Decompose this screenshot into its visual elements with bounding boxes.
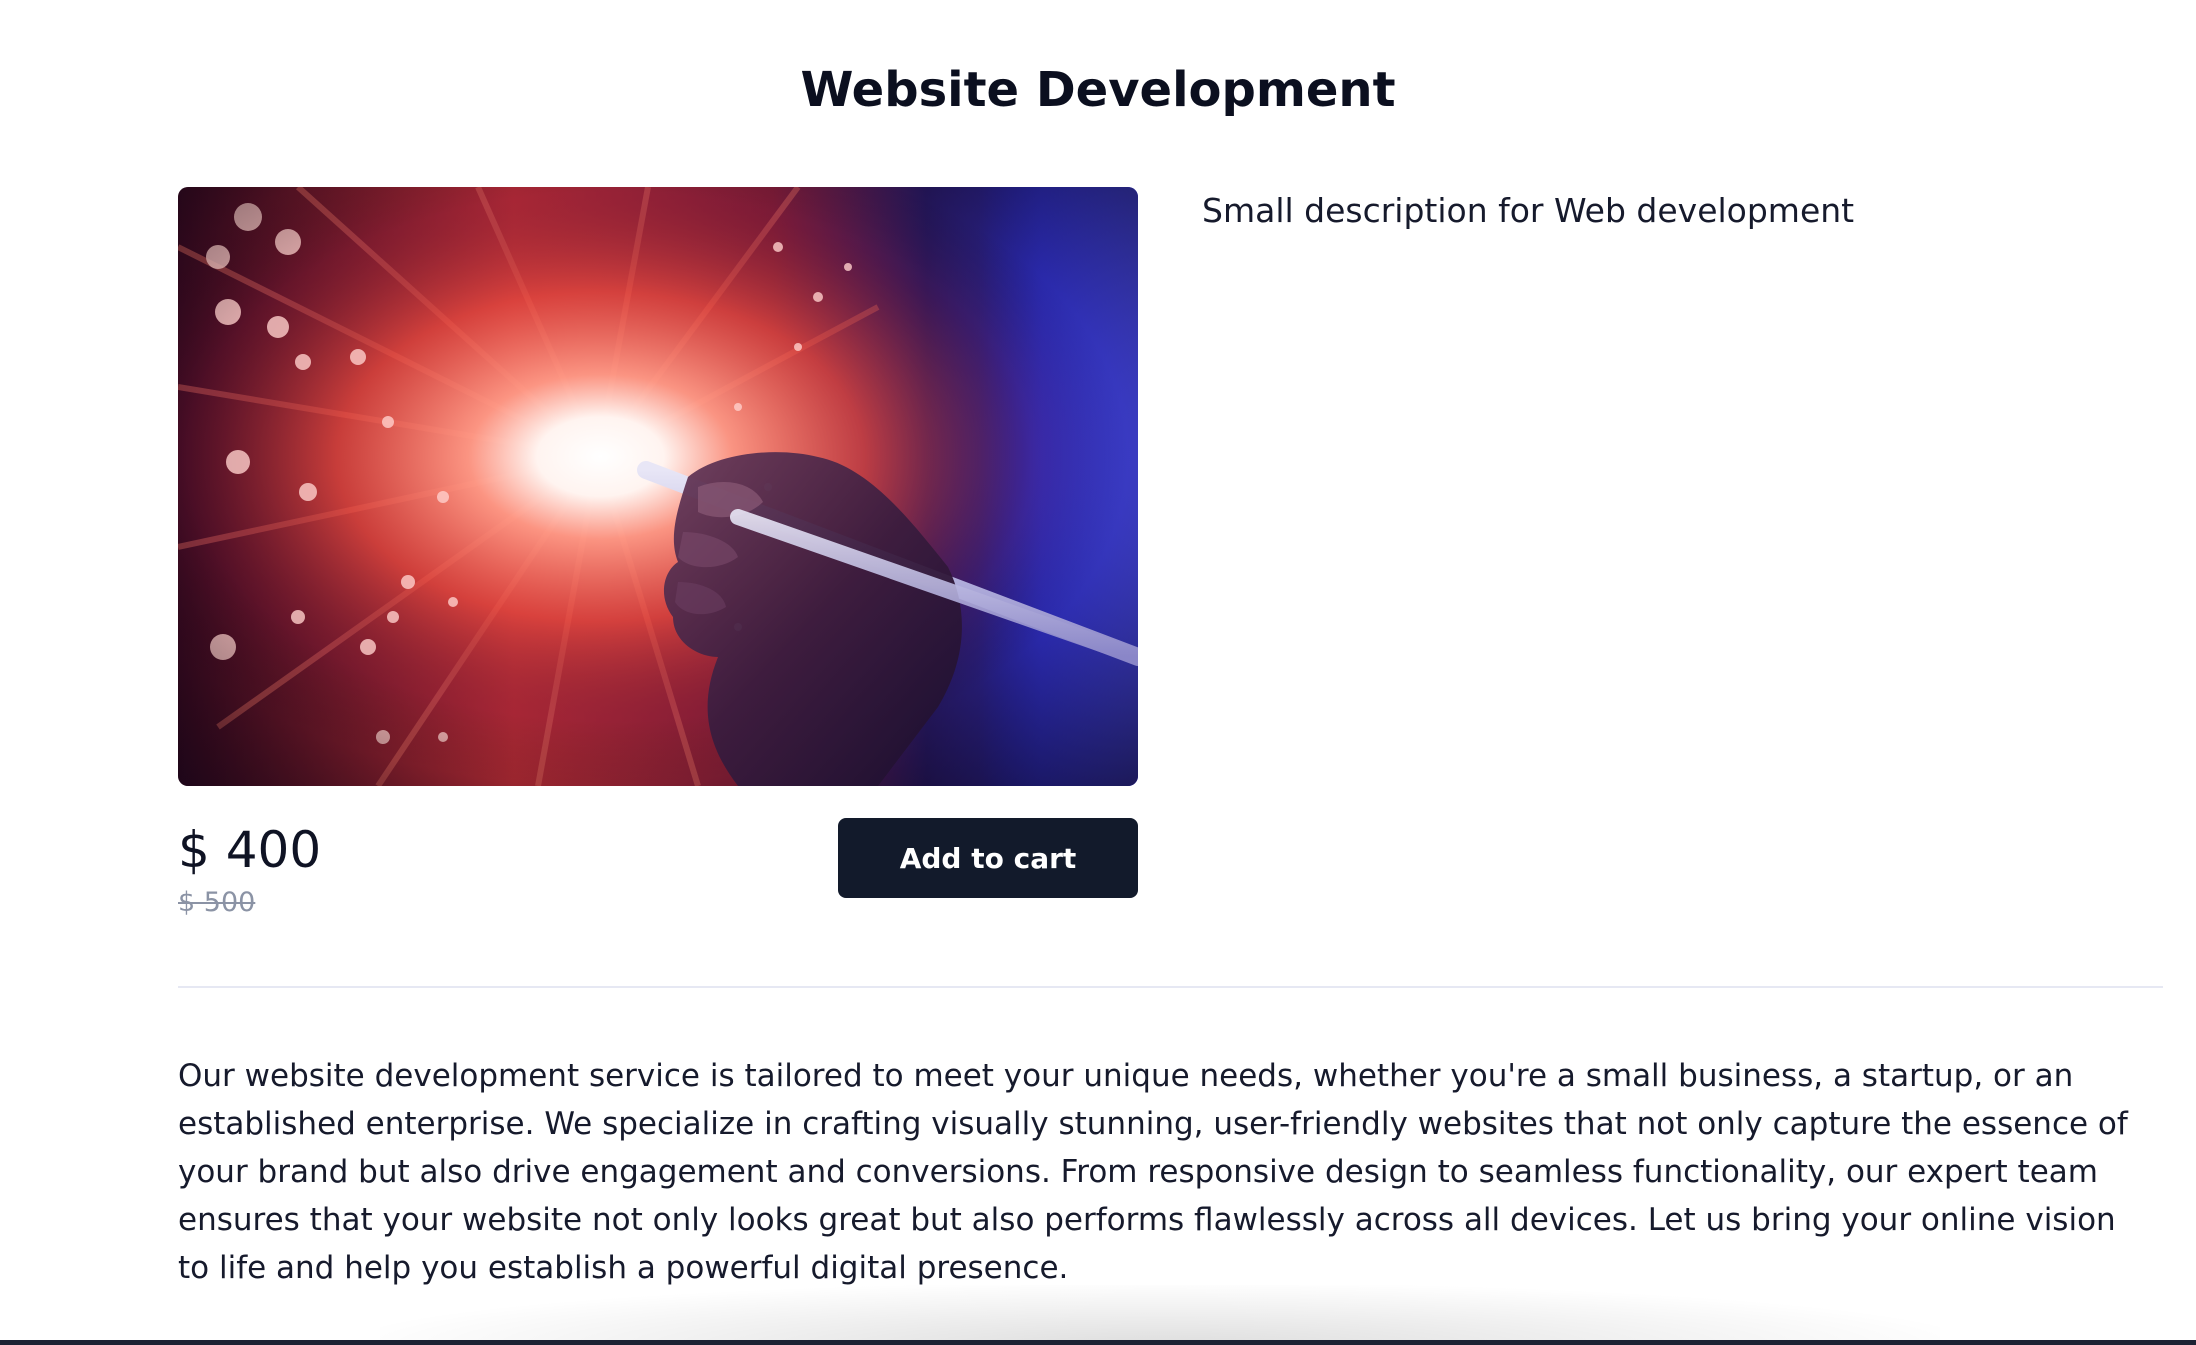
product-image (178, 187, 1138, 786)
original-price: $ 500 (178, 887, 256, 918)
bottom-shadow (380, 1285, 1940, 1345)
short-description: Small description for Web development (1202, 191, 1855, 230)
add-to-cart-button[interactable]: Add to cart (838, 818, 1138, 898)
bottom-edge (0, 1340, 2196, 1345)
section-divider (178, 986, 2163, 988)
long-description: Our website development service is tailo… (178, 1058, 2128, 1286)
current-price: $ 400 (178, 821, 322, 879)
page-title: Website Development (800, 62, 1396, 118)
